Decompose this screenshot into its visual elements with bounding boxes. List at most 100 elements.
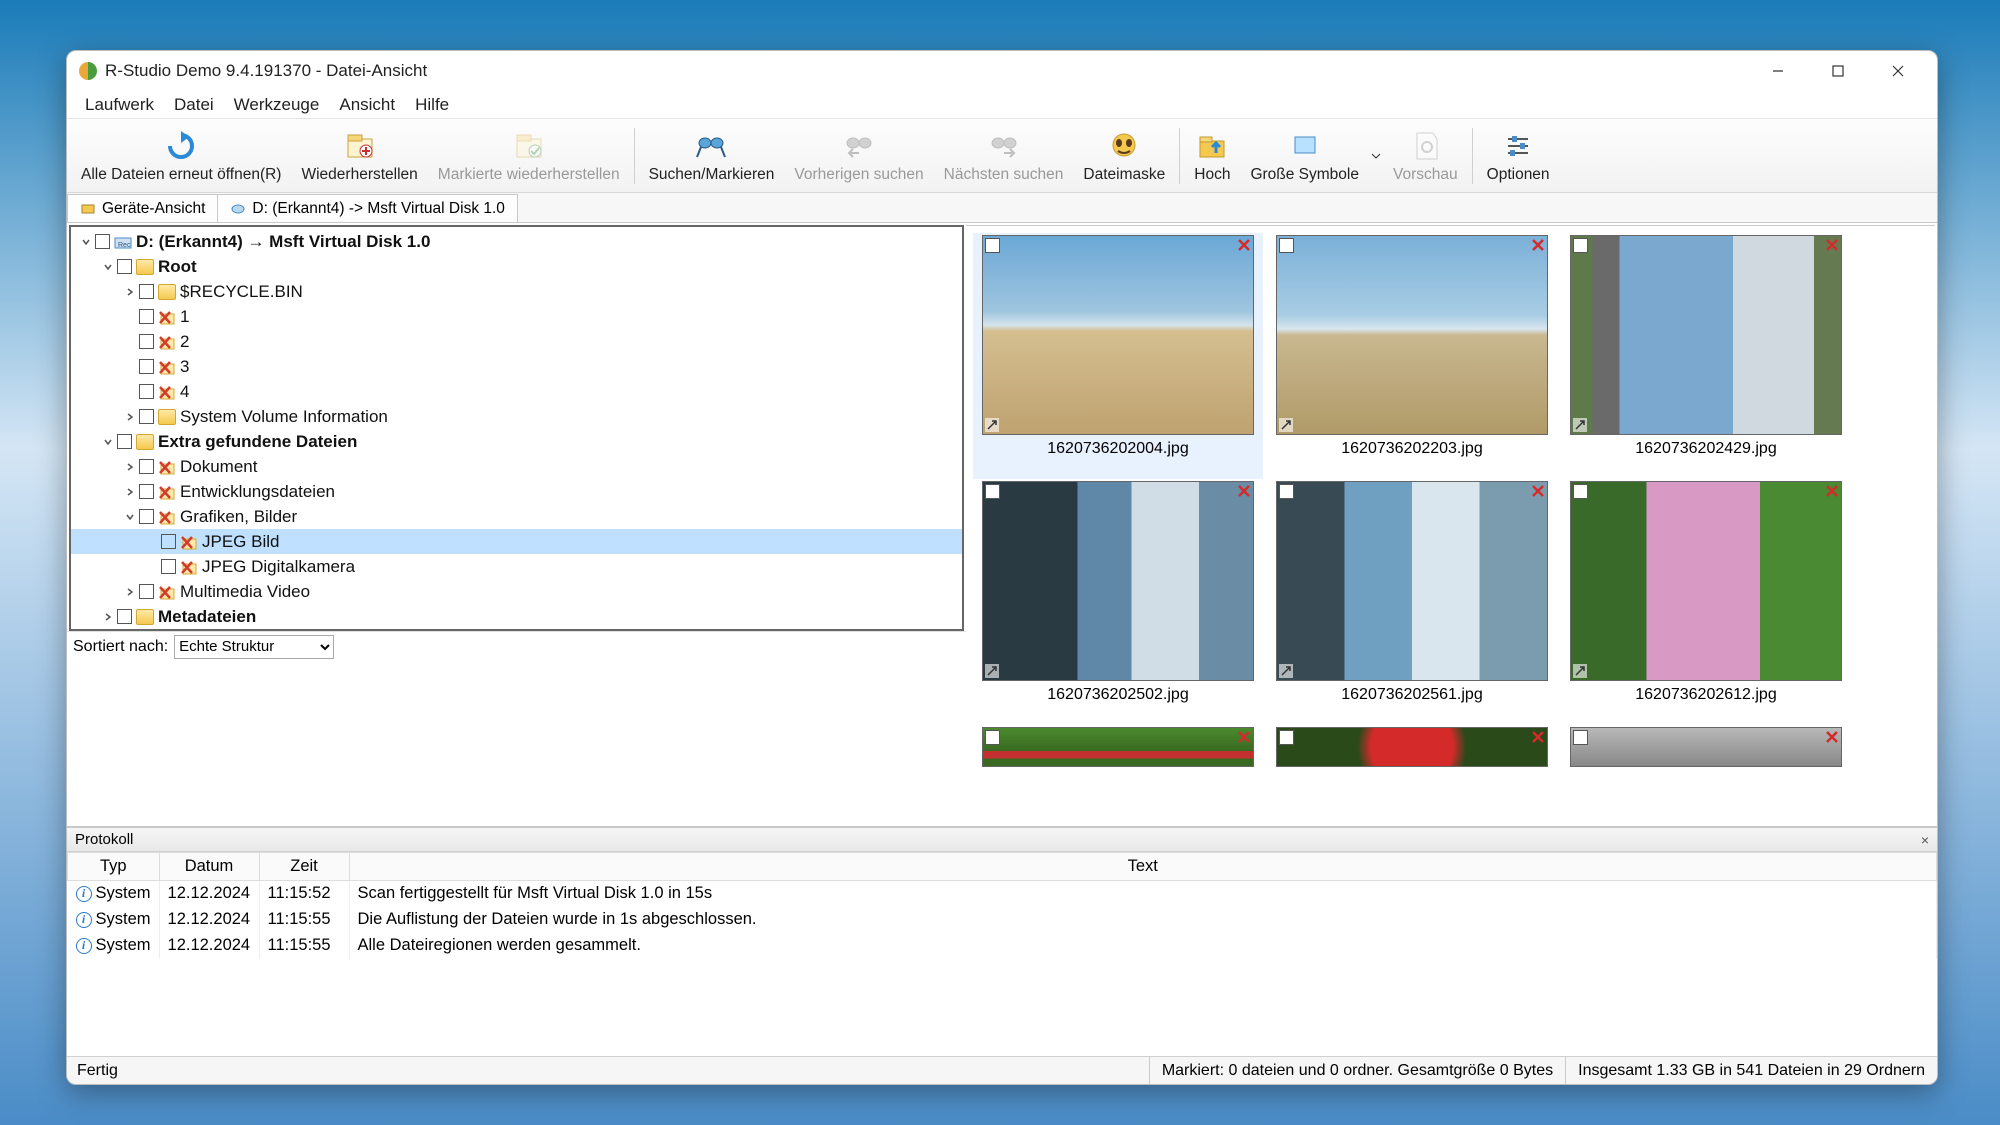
tree-checkbox[interactable] (139, 484, 154, 499)
tree-checkbox[interactable] (139, 584, 154, 599)
thumbnail-item[interactable] (1267, 725, 1557, 826)
thumbnail-item[interactable] (973, 725, 1263, 826)
tree-row[interactable]: 2 (71, 329, 962, 354)
tab-disk-view[interactable]: D: (Erkannt4) -> Msft Virtual Disk 1.0 (217, 194, 518, 222)
tree-checkbox[interactable] (139, 359, 154, 374)
tree-checkbox[interactable] (117, 259, 132, 274)
expander-icon[interactable] (123, 310, 137, 324)
expand-icon[interactable] (1279, 664, 1293, 678)
large-icons-button[interactable]: Große Symbole (1240, 122, 1369, 190)
folder-tree[interactable]: RecD: (Erkannt4) → Msft Virtual Disk 1.0… (71, 227, 962, 629)
protocol-header[interactable]: Zeit (259, 853, 349, 881)
expander-icon[interactable] (123, 335, 137, 349)
thumb-checkbox[interactable] (1279, 484, 1294, 499)
up-button[interactable]: Hoch (1184, 122, 1240, 190)
thumb-checkbox[interactable] (985, 238, 1000, 253)
thumb-checkbox[interactable] (1279, 238, 1294, 253)
tree-checkbox[interactable] (139, 334, 154, 349)
expander-icon[interactable] (79, 235, 93, 249)
menu-datei[interactable]: Datei (164, 93, 224, 117)
tree-row[interactable]: System Volume Information (71, 404, 962, 429)
menu-hilfe[interactable]: Hilfe (405, 93, 459, 117)
menu-ansicht[interactable]: Ansicht (329, 93, 405, 117)
tree-checkbox[interactable] (161, 559, 176, 574)
expander-icon[interactable] (123, 285, 137, 299)
tree-checkbox[interactable] (139, 284, 154, 299)
thumb-checkbox[interactable] (1573, 730, 1588, 745)
protocol-row[interactable]: iSystem12.12.202411:15:55Die Auflistung … (68, 907, 1937, 933)
tree-checkbox[interactable] (139, 509, 154, 524)
thumb-checkbox[interactable] (1573, 238, 1588, 253)
menu-werkzeuge[interactable]: Werkzeuge (224, 93, 330, 117)
protocol-header[interactable]: Text (349, 853, 1936, 881)
minimize-button[interactable] (1757, 56, 1799, 86)
expander-icon[interactable] (101, 260, 115, 274)
expander-icon[interactable] (101, 610, 115, 624)
tree-row[interactable]: Dokument (71, 454, 962, 479)
tree-checkbox[interactable] (139, 459, 154, 474)
protocol-close-button[interactable]: × (1921, 832, 1929, 848)
expand-icon[interactable] (1279, 418, 1293, 432)
expander-icon[interactable] (101, 435, 115, 449)
tree-checkbox[interactable] (139, 309, 154, 324)
expander-icon[interactable] (123, 510, 137, 524)
expander-icon[interactable] (123, 385, 137, 399)
tree-checkbox[interactable] (139, 409, 154, 424)
tree-row[interactable]: 1 (71, 304, 962, 329)
maximize-button[interactable] (1817, 56, 1859, 86)
search-button[interactable]: Suchen/Markieren (639, 122, 785, 190)
menu-laufwerk[interactable]: Laufwerk (75, 93, 164, 117)
options-button[interactable]: Optionen (1477, 122, 1560, 190)
expand-icon[interactable] (985, 664, 999, 678)
restore-button[interactable]: Wiederherstellen (291, 122, 427, 190)
thumbnail-item[interactable]: 1620736202203.jpg (1267, 233, 1557, 479)
thumbnail-item[interactable]: 1620736202612.jpg (1561, 479, 1851, 725)
expander-icon[interactable] (145, 535, 159, 549)
thumbnail-item[interactable]: 1620736202429.jpg (1561, 233, 1851, 479)
expand-icon[interactable] (985, 418, 999, 432)
expander-icon[interactable] (123, 585, 137, 599)
thumbnail-item[interactable] (1561, 725, 1851, 826)
thumb-checkbox[interactable] (1573, 484, 1588, 499)
thumb-checkbox[interactable] (985, 730, 1000, 745)
protocol-row[interactable]: iSystem12.12.202411:15:55Alle Dateiregio… (68, 933, 1937, 959)
tree-checkbox[interactable] (117, 434, 132, 449)
protocol-header[interactable]: Typ (68, 853, 160, 881)
thumbnail-item[interactable]: 1620736202561.jpg (1267, 479, 1557, 725)
thumb-checkbox[interactable] (985, 484, 1000, 499)
tree-checkbox[interactable] (117, 609, 132, 624)
tree-row[interactable]: RecD: (Erkannt4) → Msft Virtual Disk 1.0 (71, 229, 962, 254)
protocol-header[interactable]: Datum (159, 853, 259, 881)
expander-icon[interactable] (123, 360, 137, 374)
tree-row[interactable]: 4 (71, 379, 962, 404)
tree-row[interactable]: $RECYCLE.BIN (71, 279, 962, 304)
close-button[interactable] (1877, 56, 1919, 86)
reopen-button[interactable]: Alle Dateien erneut öffnen(R) (71, 122, 291, 190)
thumbnail-item[interactable]: 1620736202004.jpg (973, 233, 1263, 479)
tree-row[interactable]: Root (71, 254, 962, 279)
tab-device-view[interactable]: Geräte-Ansicht (67, 194, 218, 222)
expander-icon[interactable] (123, 410, 137, 424)
expander-icon[interactable] (123, 460, 137, 474)
thumbnail-item[interactable]: 1620736202502.jpg (973, 479, 1263, 725)
filemask-button[interactable]: Dateimaske (1073, 122, 1175, 190)
expand-icon[interactable] (1573, 418, 1587, 432)
tree-row[interactable]: 3 (71, 354, 962, 379)
expand-icon[interactable] (1573, 664, 1587, 678)
large-icons-dropdown[interactable] (1369, 153, 1383, 159)
tree-row[interactable]: Metadateien (71, 604, 962, 629)
expander-icon[interactable] (145, 560, 159, 574)
tree-row[interactable]: Multimedia Video (71, 579, 962, 604)
tree-checkbox[interactable] (139, 384, 154, 399)
tree-row[interactable]: Extra gefundene Dateien (71, 429, 962, 454)
tree-row[interactable]: JPEG Bild (71, 529, 962, 554)
tree-checkbox[interactable] (161, 534, 176, 549)
tree-row[interactable]: Grafiken, Bilder (71, 504, 962, 529)
protocol-row[interactable]: iSystem12.12.202411:15:52Scan fertiggest… (68, 881, 1937, 907)
sort-select[interactable]: Echte Struktur (174, 635, 334, 659)
expander-icon[interactable] (123, 485, 137, 499)
tree-checkbox[interactable] (95, 234, 110, 249)
thumbnails-grid[interactable]: 1620736202004.jpg 1620736202203.jpg 1620… (966, 226, 1935, 826)
tree-row[interactable]: Entwicklungsdateien (71, 479, 962, 504)
tree-row[interactable]: JPEG Digitalkamera (71, 554, 962, 579)
